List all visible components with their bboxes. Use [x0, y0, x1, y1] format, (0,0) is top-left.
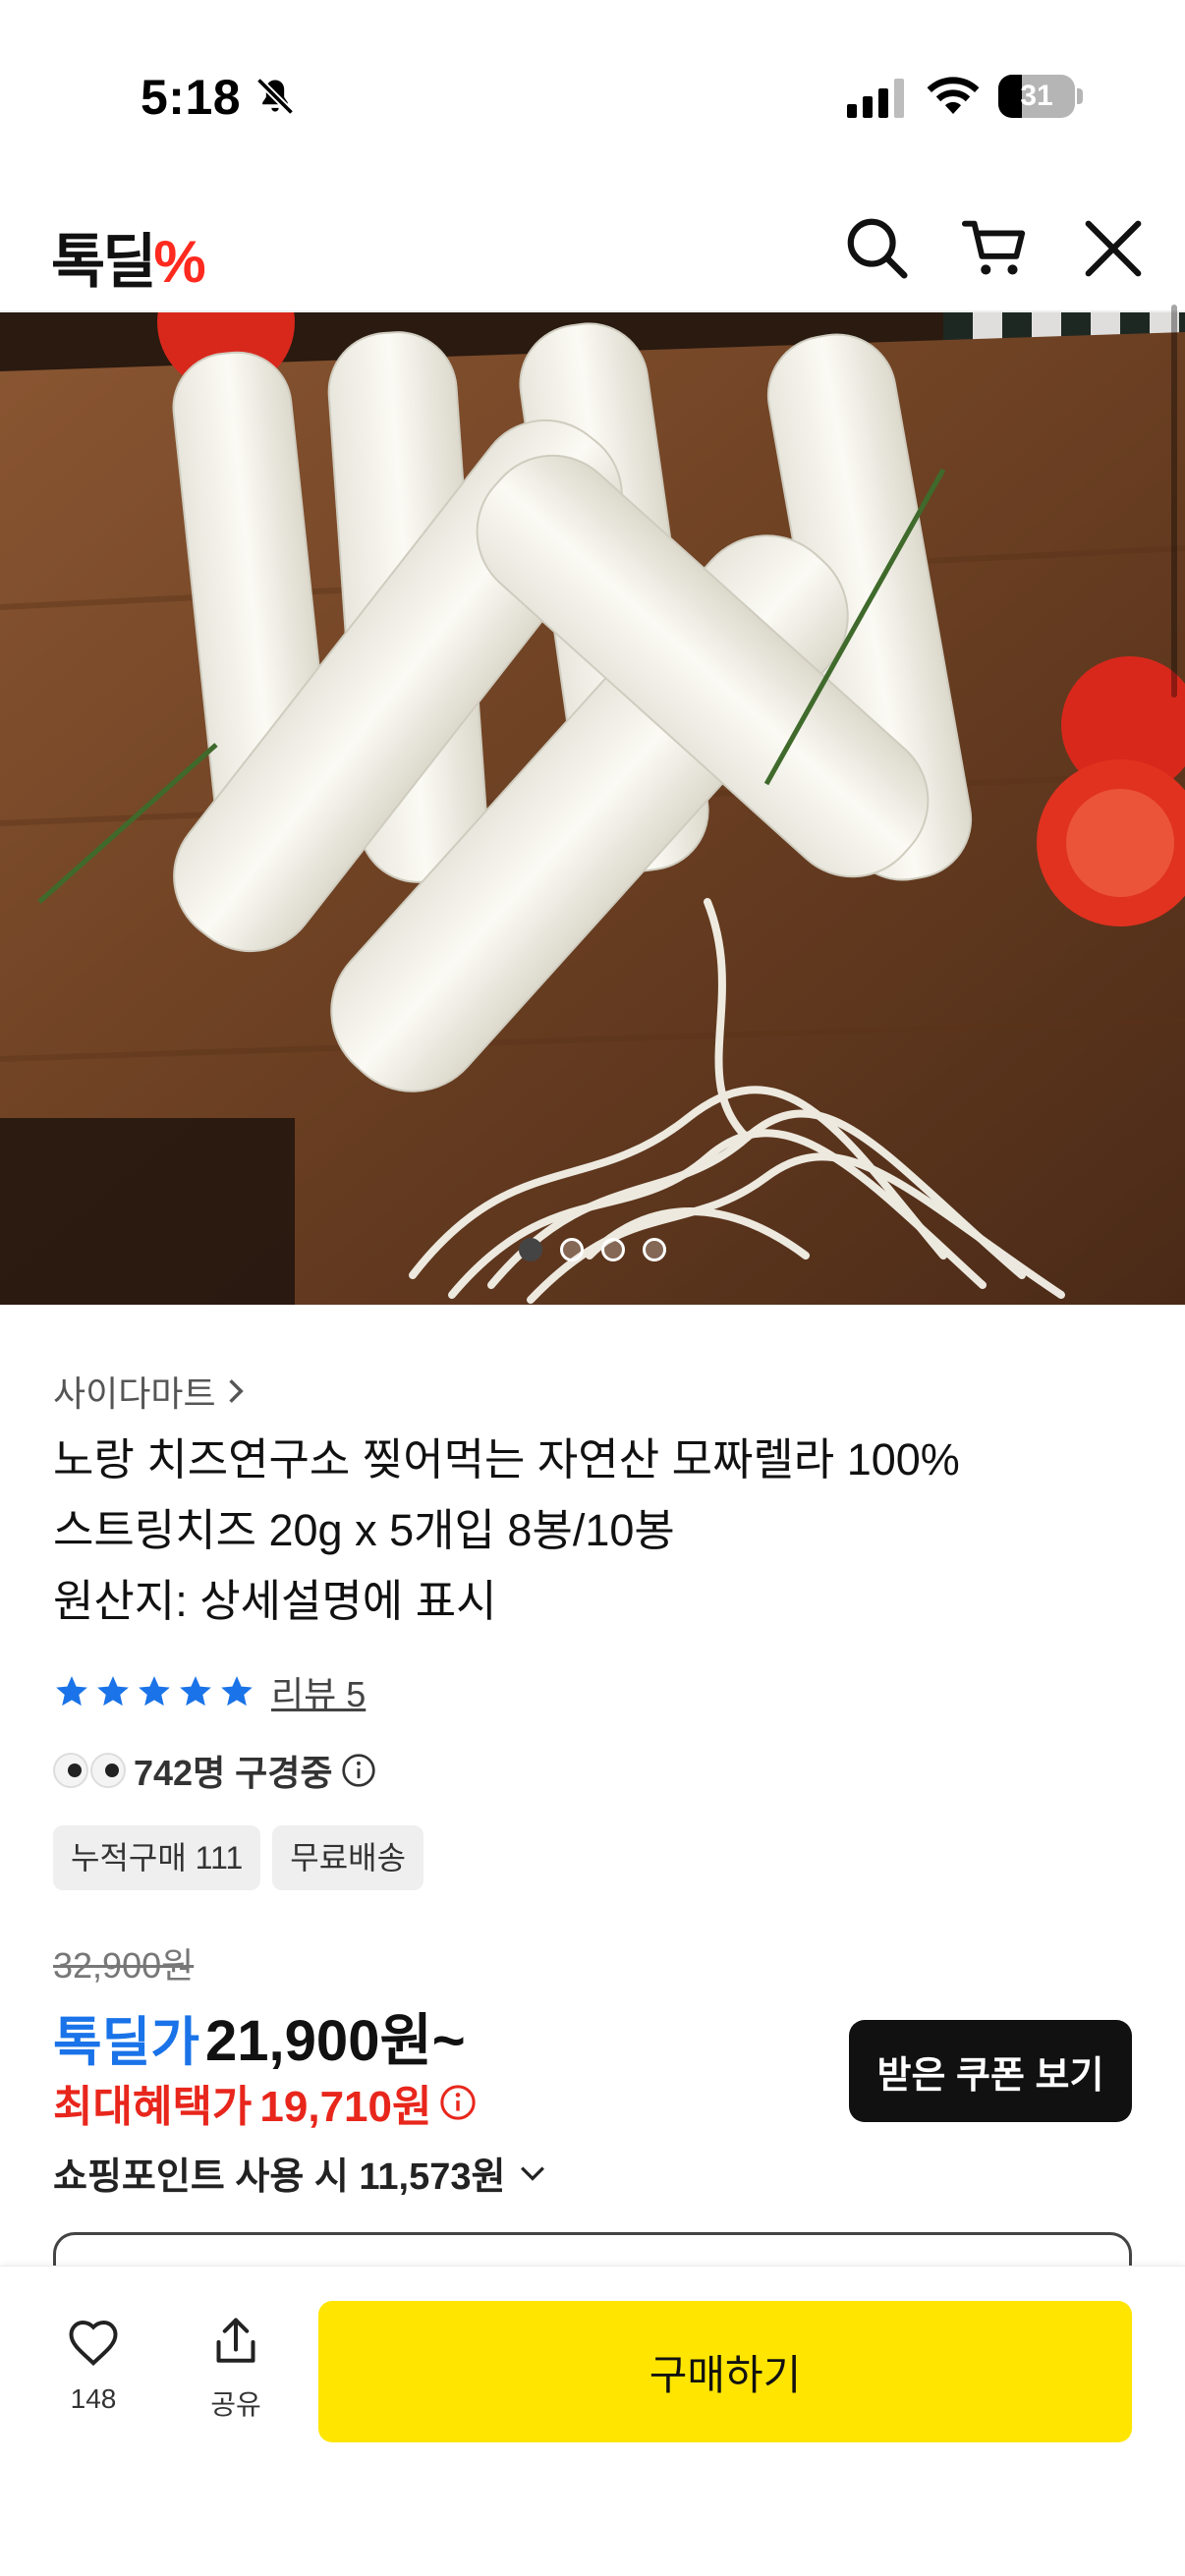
seller-name: 사이다마트: [53, 1373, 216, 1414]
bell-off-icon: [255, 77, 295, 116]
gallery-dot[interactable]: [601, 1238, 625, 1261]
scroll-indicator: [1171, 305, 1177, 698]
battery-percent: 31: [1020, 80, 1053, 112]
cellular-signal-icon: [847, 79, 904, 118]
status-time: 5:18: [141, 70, 242, 125]
logo-percent-mark: %: [153, 229, 205, 295]
viewing-count: 742명 구경중: [53, 1745, 376, 1796]
share-icon: [216, 2318, 255, 2363]
seller-link[interactable]: 사이다마트: [53, 1366, 250, 1417]
buy-button[interactable]: 구매하기: [318, 2301, 1132, 2442]
max-benefit-price: 19,710원: [259, 2083, 432, 2131]
heart-icon: [69, 2320, 118, 2366]
badge-chips: 누적구매 111 무료배송: [53, 1825, 424, 1890]
product-title-line: 스트링치즈 20g x 5개입 8봉/10봉: [53, 1505, 675, 1555]
status-bar: 5:18 31: [0, 0, 1185, 187]
wifi-icon: [927, 77, 980, 114]
logo-text: 톡딜: [51, 229, 156, 295]
product-image[interactable]: [0, 312, 1185, 1305]
like-count: 148: [70, 2383, 117, 2414]
battery-indicator: 31: [998, 75, 1083, 118]
share-button[interactable]: 공유: [187, 2313, 285, 2423]
viewing-text: 742명 구경중: [134, 1753, 333, 1793]
cart-icon[interactable]: [961, 214, 1030, 283]
max-benefit-label: 최대혜택가: [53, 2083, 253, 2131]
eyes-icon: [53, 1753, 126, 1788]
info-icon[interactable]: [439, 2084, 477, 2121]
star-icon: [56, 1676, 87, 1707]
free-shipping-chip: 무료배송: [272, 1825, 424, 1890]
review-link[interactable]: 리뷰 5: [271, 1666, 366, 1717]
product-title: 노랑 치즈연구소 찢어먹는 자연산 모짜렐라 100% 스트링치즈 20g x …: [53, 1425, 1134, 1637]
gallery-dot[interactable]: [519, 1238, 542, 1261]
product-origin-line: 원산지: 상세설명에 표시: [53, 1576, 497, 1626]
star-icon: [97, 1676, 129, 1707]
rating-stars: [53, 1673, 255, 1710]
chevron-down-icon: [521, 2165, 545, 2181]
string-cheese-photo: [0, 312, 1185, 1305]
gallery-dot[interactable]: [560, 1238, 584, 1261]
cumulative-purchase-chip: 누적구매 111: [53, 1825, 261, 1890]
shopping-points-row[interactable]: 쇼핑포인트 사용 시 11,573원: [53, 2146, 550, 2200]
search-icon[interactable]: [843, 214, 912, 283]
original-price: 32,900원: [53, 1945, 195, 1986]
view-coupons-button[interactable]: 받은 쿠폰 보기: [849, 2020, 1132, 2122]
star-icon: [139, 1676, 170, 1707]
info-icon[interactable]: [341, 1753, 376, 1788]
app-logo[interactable]: 톡딜%: [51, 214, 206, 300]
product-title-line: 노랑 치즈연구소 찢어먹는 자연산 모짜렐라 100%: [53, 1434, 960, 1484]
share-label: 공유: [210, 2389, 261, 2420]
shopping-points-text: 쇼핑포인트 사용 시 11,573원: [53, 2156, 506, 2198]
rating-row[interactable]: 리뷰 5: [53, 1666, 366, 1717]
max-benefit-row: 최대혜택가 19,710원: [53, 2071, 477, 2134]
deal-price: 21,900원~: [205, 2009, 466, 2073]
close-icon[interactable]: [1079, 214, 1148, 283]
gallery-dot[interactable]: [643, 1238, 666, 1261]
deal-price-row: 톡딜가 21,900원~: [53, 1994, 466, 2077]
gallery-dots: [0, 1238, 1185, 1267]
like-button[interactable]: 148: [44, 2313, 142, 2415]
star-icon: [180, 1676, 211, 1707]
chevron-right-icon: [228, 1379, 244, 1403]
star-icon: [221, 1676, 253, 1707]
deal-label: 톡딜가: [53, 2013, 200, 2072]
